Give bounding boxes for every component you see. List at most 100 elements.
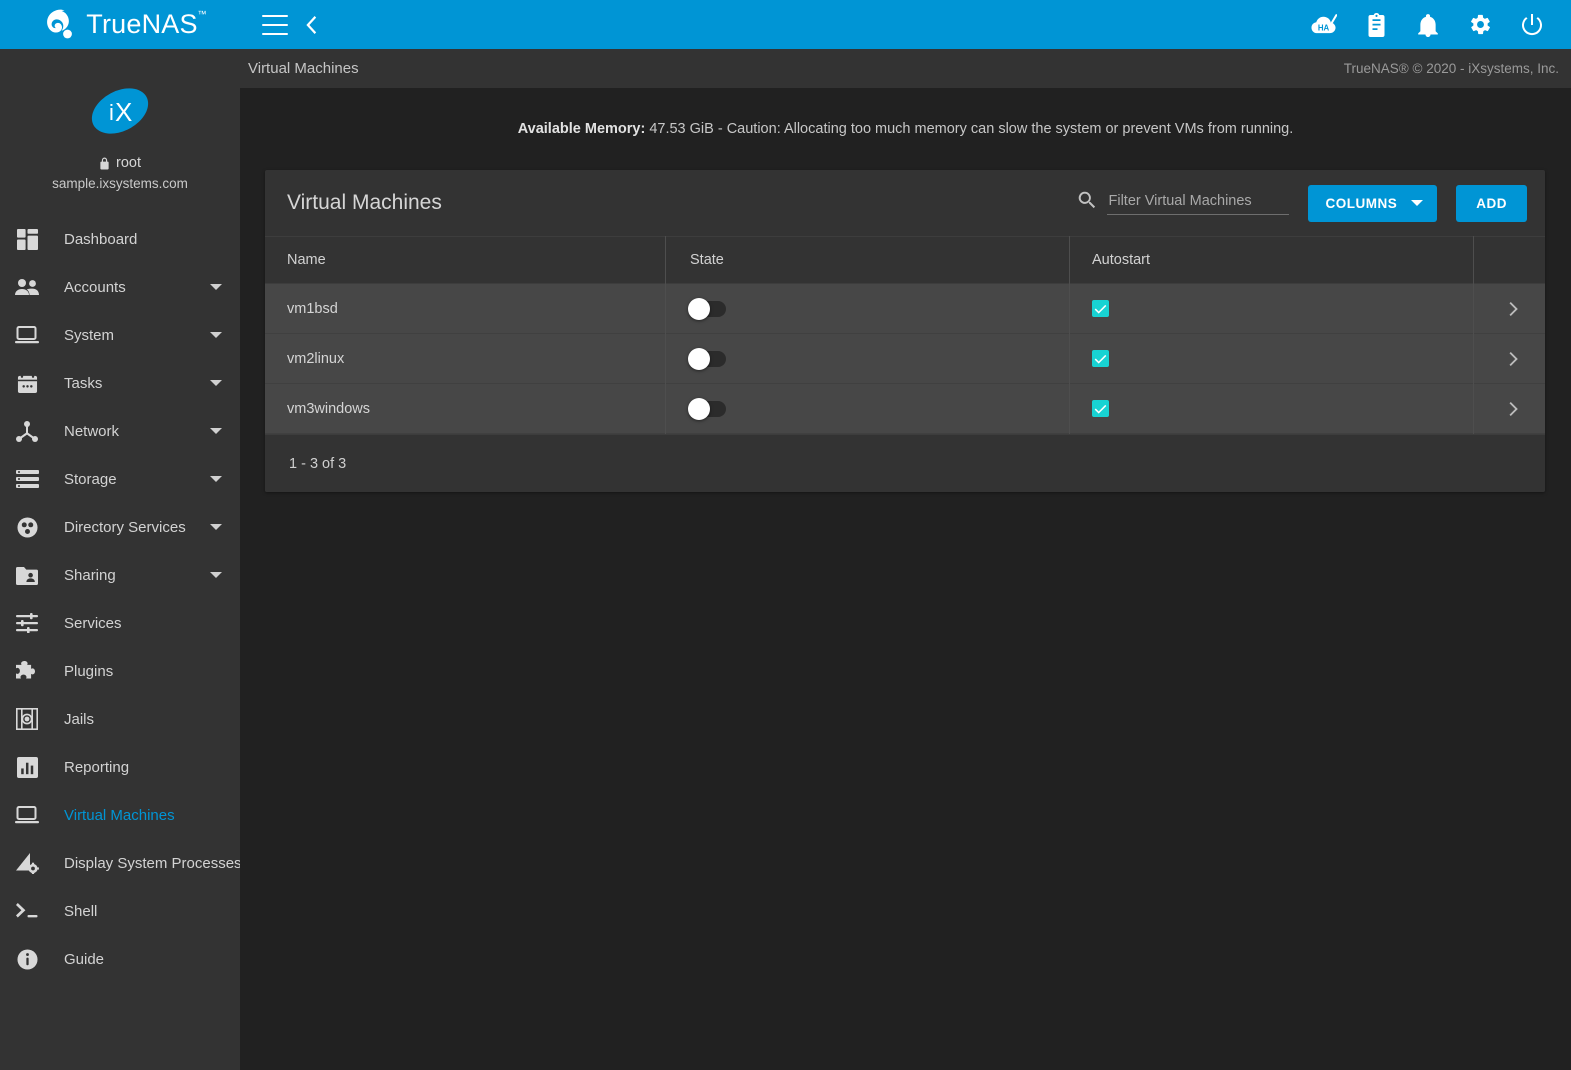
brand-logo-area[interactable]: TrueNAS ™ — [0, 0, 240, 49]
cell-row-expand — [1473, 283, 1545, 334]
autostart-checkbox[interactable] — [1092, 400, 1109, 417]
card-header: Virtual Machines COLUMNS ADD — [265, 170, 1545, 236]
autostart-checkbox[interactable] — [1092, 300, 1109, 317]
hamburger-menu-icon[interactable] — [262, 14, 288, 35]
chevron-right-icon[interactable] — [1507, 301, 1519, 317]
table-row[interactable]: vm3windows — [265, 383, 1545, 434]
sidebar-item-guide[interactable]: Guide — [0, 935, 240, 983]
sidebar-item-shell[interactable]: Shell — [0, 887, 240, 935]
sidebar-item-display-system-processes[interactable]: Display System Processes — [0, 839, 240, 887]
sidebar-item-label: Shell — [64, 902, 98, 920]
copyright-notice: TrueNAS® © 2020 - iXsystems, Inc. — [1343, 61, 1559, 76]
add-button[interactable]: ADD — [1456, 184, 1527, 222]
notifications-bell-icon[interactable] — [1415, 12, 1441, 38]
virtual-machines-icon — [10, 803, 44, 827]
truenas-app-window: TrueNAS ™ HA i X root sample.ixsystems.c… — [0, 0, 1571, 1070]
sidebar-item-accounts[interactable]: Accounts — [0, 263, 240, 311]
sidebar-item-storage[interactable]: Storage — [0, 455, 240, 503]
chevron-down-icon[interactable] — [210, 332, 222, 338]
breadcrumb-bar: Virtual Machines TrueNAS® © 2020 - iXsys… — [240, 49, 1571, 88]
sidebar-item-reporting[interactable]: Reporting — [0, 743, 240, 791]
virtual-machines-table: Name State Autostart vm1bsd vm2linux vm3… — [265, 236, 1545, 492]
virtual-machines-card: Virtual Machines COLUMNS ADD — [265, 170, 1545, 492]
vm-state-toggle[interactable] — [688, 397, 726, 420]
card-header-actions: COLUMNS ADD — [1078, 184, 1527, 222]
sidebar-item-label: Directory Services — [64, 518, 186, 536]
sidebar-item-label: Jails — [64, 710, 95, 728]
available-memory-label: Available Memory: — [517, 121, 646, 137]
sidebar-item-network[interactable]: Network — [0, 407, 240, 455]
chevron-down-icon[interactable] — [210, 572, 222, 578]
accounts-people-icon — [10, 275, 44, 299]
sidebar-item-sharing[interactable]: Sharing — [0, 551, 240, 599]
cell-vm-autostart — [1069, 383, 1473, 434]
sidebar-item-dashboard[interactable]: Dashboard — [0, 215, 240, 263]
power-icon[interactable] — [1519, 12, 1545, 38]
table-row[interactable]: vm1bsd — [265, 283, 1545, 334]
sidebar-item-label: Dashboard — [64, 230, 138, 248]
guide-info-icon — [10, 947, 44, 971]
chevron-down-icon[interactable] — [210, 428, 222, 434]
breadcrumb: Virtual Machines — [248, 60, 359, 77]
chevron-down-icon[interactable] — [210, 476, 222, 482]
ix-systems-logo-icon: i X — [89, 85, 151, 137]
dashboard-icon — [10, 227, 44, 251]
sidebar-item-services[interactable]: Services — [0, 599, 240, 647]
column-header-autostart[interactable]: Autostart — [1069, 236, 1473, 284]
truenas-logo-icon — [42, 9, 76, 41]
table-footer-paginator: 1 - 3 of 3 — [265, 434, 1545, 492]
brand-trademark: ™ — [197, 9, 207, 19]
sidebar-item-system[interactable]: System — [0, 311, 240, 359]
columns-button[interactable]: COLUMNS — [1307, 184, 1438, 222]
sidebar-item-virtual-machines[interactable]: Virtual Machines — [0, 791, 240, 839]
sidebar-menu-list: Dashboard Accounts System Tasks Network … — [0, 215, 240, 983]
sidebar-item-tasks[interactable]: Tasks — [0, 359, 240, 407]
vm-state-toggle[interactable] — [688, 297, 726, 320]
sidebar-header: i X root sample.ixsystems.com — [0, 49, 240, 191]
logged-in-user: root — [99, 155, 141, 171]
network-nodes-icon — [10, 419, 44, 443]
username-label: root — [116, 155, 141, 171]
cell-vm-name: vm2linux — [287, 350, 345, 367]
chevron-right-icon[interactable] — [1507, 351, 1519, 367]
chevron-down-icon[interactable] — [210, 524, 222, 530]
storage-list-icon — [10, 467, 44, 491]
autostart-checkbox[interactable] — [1092, 350, 1109, 367]
cell-row-expand — [1473, 383, 1545, 434]
chevron-down-icon[interactable] — [210, 380, 222, 386]
sidebar-item-label: System — [64, 326, 115, 344]
sidebar-item-label: Services — [64, 614, 122, 632]
column-header-name[interactable]: Name — [265, 236, 665, 284]
sidebar-item-label: Display System Processes — [64, 854, 240, 872]
sidebar-item-label: Sharing — [64, 566, 116, 584]
directory-services-icon — [10, 515, 44, 539]
table-row[interactable]: vm2linux — [265, 333, 1545, 384]
ha-status-icon[interactable]: HA — [1311, 12, 1337, 38]
sidebar-item-label: Guide — [64, 950, 105, 968]
sidebar-item-label: Storage — [64, 470, 117, 488]
sidebar-item-jails[interactable]: Jails — [0, 695, 240, 743]
sidebar-item-directory-services[interactable]: Directory Services — [0, 503, 240, 551]
task-manager-icon[interactable] — [1363, 12, 1389, 38]
chevron-left-icon[interactable] — [302, 14, 322, 36]
svg-text:i: i — [109, 100, 114, 125]
services-sliders-icon — [10, 611, 44, 635]
shell-terminal-icon — [10, 899, 44, 923]
hostname-label: sample.ixsystems.com — [52, 176, 188, 191]
cell-vm-autostart — [1069, 283, 1473, 334]
table-header-row: Name State Autostart — [265, 236, 1545, 284]
filter-search-box — [1078, 189, 1289, 217]
topbar-left-controls — [240, 0, 322, 49]
column-header-actions — [1473, 236, 1545, 284]
chevron-right-icon[interactable] — [1507, 401, 1519, 417]
system-laptop-icon — [10, 323, 44, 347]
cell-vm-state — [665, 333, 1069, 384]
sidebar-item-plugins[interactable]: Plugins — [0, 647, 240, 695]
columns-button-label: COLUMNS — [1325, 195, 1398, 211]
column-header-state[interactable]: State — [665, 236, 1069, 284]
search-input[interactable] — [1106, 189, 1289, 215]
chevron-down-icon[interactable] — [210, 284, 222, 290]
toggle-knob — [688, 297, 710, 320]
vm-state-toggle[interactable] — [688, 347, 726, 370]
settings-gear-icon[interactable] — [1467, 12, 1493, 38]
